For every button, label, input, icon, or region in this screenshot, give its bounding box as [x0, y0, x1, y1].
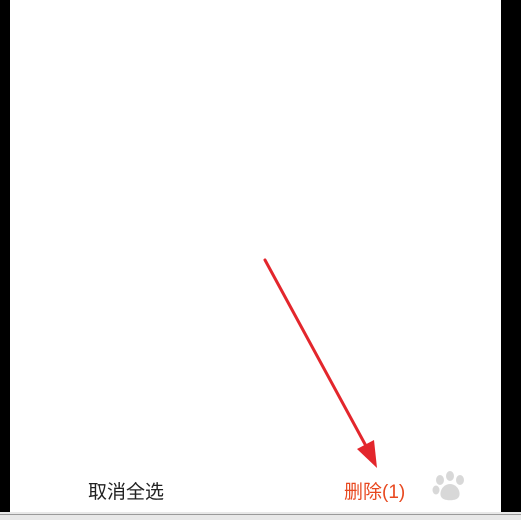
screenshot-frame: 取消全选 删除(1): [0, 0, 521, 520]
deselect-all-button[interactable]: 取消全选: [88, 481, 164, 505]
delete-button[interactable]: 删除(1): [344, 481, 405, 505]
divider-line: [0, 514, 521, 515]
app-screen: 取消全选 删除(1): [10, 0, 501, 512]
paw-watermark-icon: [432, 471, 464, 501]
